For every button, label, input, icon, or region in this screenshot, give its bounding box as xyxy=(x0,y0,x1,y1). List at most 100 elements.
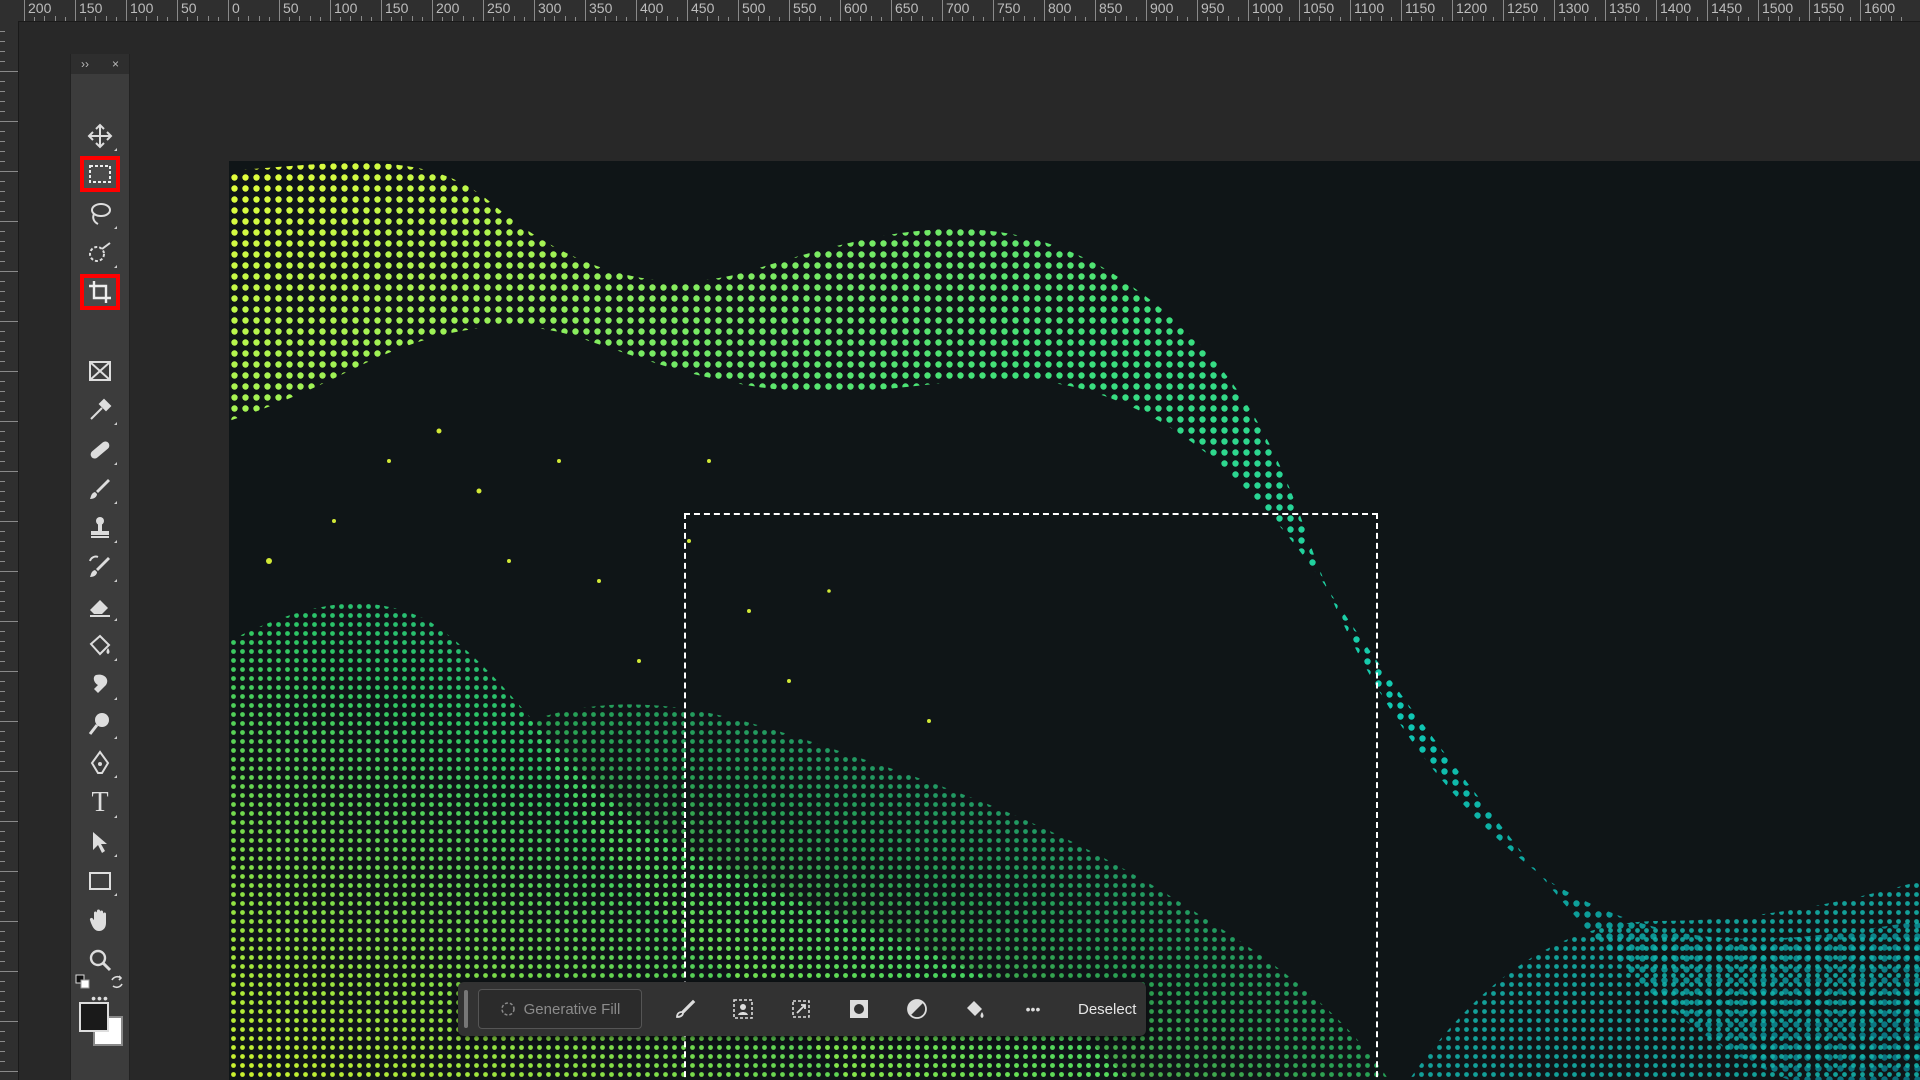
ruler-minor-tick xyxy=(268,17,270,21)
ruler-left[interactable] xyxy=(0,21,19,1080)
type-tool[interactable]: T xyxy=(80,785,120,821)
ruler-minor-tick xyxy=(1594,17,1596,21)
select-subject-button[interactable] xyxy=(728,994,758,1024)
ruler-tick-label: 850 xyxy=(1099,0,1123,16)
ruler-major-tick xyxy=(1095,0,1096,21)
more-options-button[interactable]: ••• xyxy=(1018,994,1048,1024)
ruler-minor-tick xyxy=(1533,16,1535,21)
smudge-tool[interactable] xyxy=(80,667,120,703)
crop-icon xyxy=(89,281,111,303)
pen-icon xyxy=(90,750,110,774)
ruler-minor-tick xyxy=(666,16,668,21)
lasso-tool[interactable] xyxy=(80,196,120,232)
pen-tool[interactable] xyxy=(80,745,120,781)
ruler-minor-tick xyxy=(1829,16,1831,21)
dodge-tool[interactable] xyxy=(80,706,120,742)
ruler-tick-label: 300 xyxy=(538,0,562,16)
move-tool[interactable] xyxy=(80,118,120,154)
modify-selection-button[interactable] xyxy=(670,994,700,1024)
ruler-minor-tick xyxy=(1645,17,1647,21)
ruler-tick xyxy=(0,561,5,562)
ruler-major-tick xyxy=(1605,0,1606,21)
ruler-major-tick xyxy=(1860,0,1861,21)
ruler-tick-label: 200 xyxy=(436,0,460,16)
ruler-minor-tick xyxy=(1768,17,1770,21)
ruler-tick xyxy=(0,931,5,932)
close-panel-button[interactable]: × xyxy=(112,54,119,74)
foreground-color-swatch[interactable] xyxy=(79,1002,109,1032)
document-canvas[interactable] xyxy=(229,161,1920,1080)
transform-selection-button[interactable] xyxy=(786,994,816,1024)
hand-tool[interactable] xyxy=(80,902,120,938)
ruler-tick xyxy=(0,661,5,662)
zoom-tool[interactable] xyxy=(80,942,120,978)
ruler-tick xyxy=(0,571,18,572)
ruler-tick xyxy=(0,151,5,152)
paint-bucket-tool[interactable] xyxy=(80,628,120,664)
rectangle-tool[interactable] xyxy=(80,863,120,899)
ruler-top[interactable]: 200 150 100 50 0 50 100 150 200 250 300 350 400 450 50… xyxy=(0,0,1920,22)
ruler-minor-tick xyxy=(1462,17,1464,21)
clone-stamp-tool[interactable] xyxy=(80,510,120,546)
eraser-tool[interactable] xyxy=(80,588,120,624)
ruler-tick xyxy=(0,491,5,492)
eyedropper-tool[interactable] xyxy=(80,392,120,428)
path-selection-tool[interactable] xyxy=(80,824,120,860)
expand-panel-button[interactable]: ›› xyxy=(81,54,89,74)
generative-fill-button[interactable]: Generative Fill xyxy=(478,989,642,1029)
default-colors-icon[interactable] xyxy=(75,974,91,990)
ruler-tick xyxy=(0,331,5,332)
ruler-minor-tick xyxy=(1074,16,1076,21)
ruler-major-tick xyxy=(75,0,76,21)
ruler-tick xyxy=(0,351,5,352)
ruler-minor-tick xyxy=(676,17,678,21)
ruler-minor-tick xyxy=(472,17,474,21)
ruler-minor-tick xyxy=(1819,17,1821,21)
ruler-major-tick xyxy=(1554,0,1555,21)
taskbar-grip-handle[interactable] xyxy=(464,990,468,1028)
ruler-major-tick xyxy=(1044,0,1045,21)
ruler-minor-tick xyxy=(1217,16,1219,21)
quick-selection-tool[interactable] xyxy=(80,235,120,271)
ruler-major-tick xyxy=(534,0,535,21)
ruler-tick xyxy=(0,51,5,52)
swap-colors-icon[interactable] xyxy=(109,974,125,990)
ruler-minor-tick xyxy=(462,16,464,21)
ruler-minor-tick xyxy=(1523,16,1525,21)
ruler-major-tick xyxy=(228,0,229,21)
ruler-minor-tick xyxy=(421,17,423,21)
ruler-minor-tick xyxy=(1696,17,1698,21)
deselect-button[interactable]: Deselect xyxy=(1078,1001,1136,1018)
ruler-tick xyxy=(0,961,5,962)
ruler-minor-tick xyxy=(1615,17,1617,21)
invert-selection-button[interactable] xyxy=(902,994,932,1024)
healing-brush-tool[interactable] xyxy=(80,432,120,468)
ruler-tick-label: 650 xyxy=(895,0,919,16)
ruler-minor-tick xyxy=(1166,16,1168,21)
ruler-tick xyxy=(0,111,5,112)
ruler-tick xyxy=(0,431,5,432)
ruler-tick-label: 150 xyxy=(79,0,103,16)
crop-tool[interactable] xyxy=(80,274,120,310)
brush-tool[interactable] xyxy=(80,471,120,507)
tools-panel-header[interactable]: ›› × xyxy=(71,54,129,74)
ruler-minor-tick xyxy=(1390,17,1392,21)
brush-select-icon xyxy=(676,999,696,1018)
ruler-major-tick xyxy=(432,0,433,21)
ruler-tick xyxy=(0,271,18,272)
rectangular-marquee-tool[interactable] xyxy=(80,156,120,192)
ruler-minor-tick xyxy=(1084,17,1086,21)
fill-selection-button[interactable] xyxy=(960,994,990,1024)
paint-bucket-icon xyxy=(89,634,111,656)
ruler-minor-tick xyxy=(452,16,454,21)
frame-tool[interactable] xyxy=(80,353,120,389)
hand-icon xyxy=(89,909,106,931)
ruler-minor-tick xyxy=(707,16,709,21)
dodge-icon xyxy=(88,713,109,735)
ruler-tick xyxy=(0,521,18,522)
brush-icon xyxy=(90,479,110,499)
create-mask-button[interactable] xyxy=(844,994,874,1024)
ruler-minor-tick xyxy=(1513,17,1515,21)
history-brush-tool[interactable] xyxy=(80,549,120,585)
ruler-minor-tick xyxy=(1492,17,1494,21)
